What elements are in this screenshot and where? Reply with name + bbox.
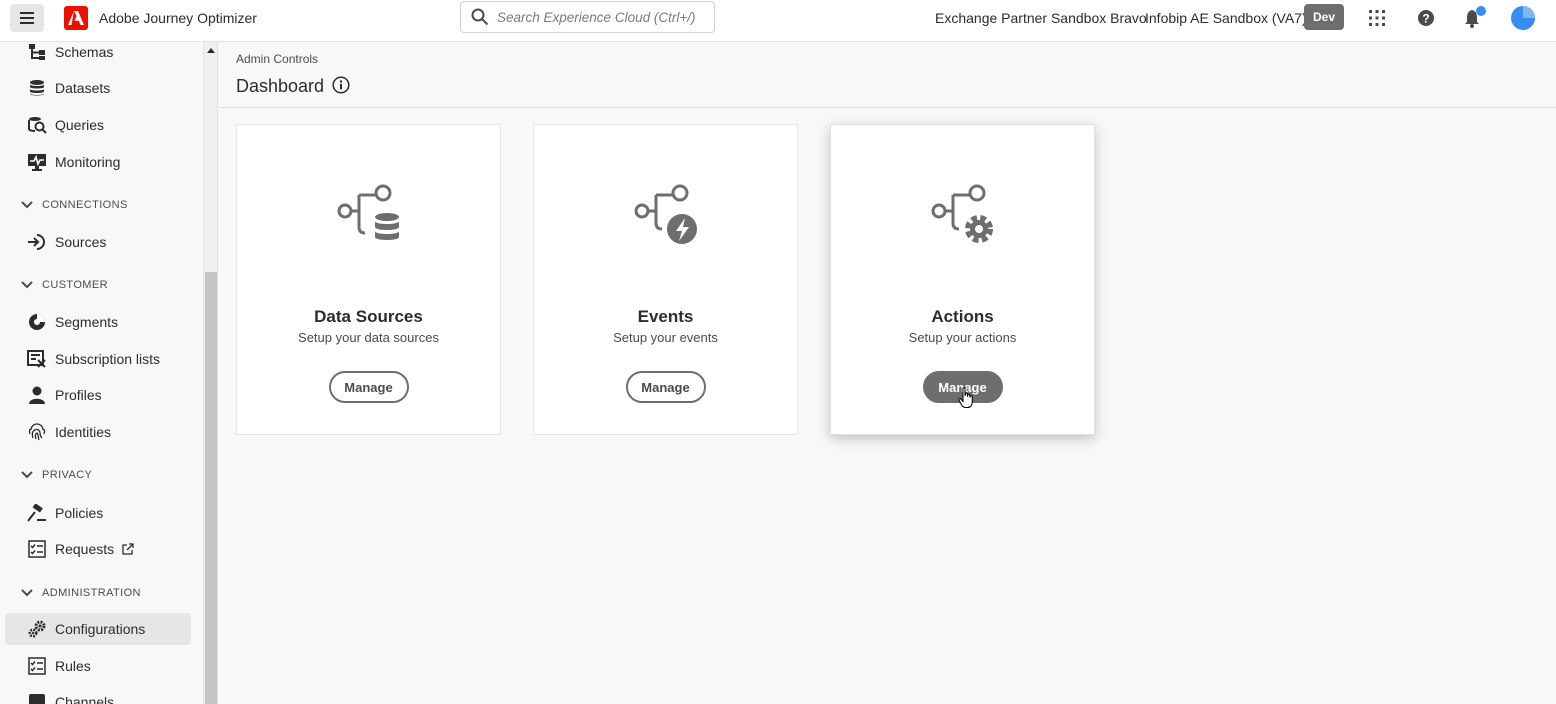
sidebar-item-identities[interactable]: Identities [5, 416, 191, 448]
section-privacy[interactable]: PRIVACY [20, 468, 92, 482]
manage-data-sources-button[interactable]: Manage [328, 371, 409, 403]
sidebar-item-queries[interactable]: Queries [5, 109, 191, 141]
search-input[interactable] [497, 9, 707, 25]
top-bar: Adobe Journey Optimizer Exchange Partner… [0, 0, 1556, 42]
scrollbar-thumb[interactable] [205, 272, 217, 704]
sidebar-item-label: Schemas [55, 44, 114, 60]
event-icon [634, 184, 697, 244]
section-label: CONNECTIONS [42, 199, 128, 211]
card-title: Actions [931, 307, 994, 326]
sidebar-item-label: Segments [55, 314, 119, 330]
schema-icon [27, 42, 47, 62]
sidebar-item-configurations[interactable]: Configurations [5, 613, 191, 645]
channels-icon [27, 692, 47, 704]
chevron-down-icon [20, 278, 34, 292]
gears-icon [27, 619, 47, 639]
section-label: CUSTOMER [42, 279, 108, 291]
card-title: Data Sources [314, 307, 423, 326]
card-description: Setup your events [613, 330, 718, 345]
external-link-icon [122, 543, 134, 555]
sidebar-item-label: Sources [55, 234, 107, 250]
search-icon [471, 8, 489, 26]
sidebar-item-channels[interactable]: Channels [5, 686, 191, 704]
avatar-icon [1511, 6, 1535, 30]
rules-icon [27, 656, 47, 676]
svg-text:?: ? [1422, 12, 1429, 26]
sidebar-item-schemas[interactable]: Schemas [5, 42, 191, 68]
apps-button[interactable] [1365, 6, 1389, 30]
hamburger-icon [20, 12, 34, 24]
section-label: ADMINISTRATION [42, 587, 141, 599]
help-icon: ? [1418, 10, 1434, 26]
sidebar-item-policies[interactable]: Policies [5, 497, 191, 529]
requests-icon [27, 539, 47, 559]
scroll-up-arrow-icon[interactable] [207, 48, 215, 53]
sidebar-item-requests[interactable]: Requests [5, 533, 191, 565]
sidebar-item-datasets[interactable]: Datasets [5, 72, 191, 104]
environment-badge[interactable]: Dev [1304, 4, 1344, 30]
action-gear-icon [931, 184, 993, 243]
manage-events-button[interactable]: Manage [625, 371, 706, 403]
sidebar-item-monitoring[interactable]: Monitoring [5, 146, 191, 178]
sidebar-item-subscription-lists[interactable]: Subscription lists [5, 343, 191, 375]
sidebar-item-label: Requests [55, 541, 115, 557]
sandbox-switcher[interactable]: Infobip AE Sandbox (VA7) [1145, 10, 1307, 26]
chevron-down-icon [20, 198, 34, 212]
main-content: Admin Controls Dashboard Data Sources Se… [219, 42, 1556, 704]
section-label: PRIVACY [42, 469, 93, 481]
hamburger-menu-button[interactable] [10, 4, 44, 32]
page-header: Admin Controls Dashboard [219, 42, 1556, 108]
card-description: Setup your actions [908, 330, 1017, 345]
policies-icon [27, 503, 47, 523]
sidebar-scrollbar[interactable] [203, 42, 218, 704]
sidebar-item-rules[interactable]: Rules [5, 650, 191, 682]
sidebar-item-label: Monitoring [55, 154, 121, 170]
info-icon[interactable] [332, 76, 350, 94]
card-title: Events [637, 307, 694, 326]
chevron-down-icon [20, 468, 34, 482]
sidebar-item-segments[interactable]: Segments [5, 306, 191, 338]
sidebar-item-label: Datasets [55, 80, 111, 96]
subscription-icon [27, 349, 47, 369]
search-box[interactable] [460, 1, 715, 33]
section-connections[interactable]: CONNECTIONS [20, 198, 128, 212]
apps-grid-icon [1369, 10, 1385, 26]
sidebar-item-profiles[interactable]: Profiles [5, 379, 191, 411]
sources-icon [27, 232, 47, 252]
bell-icon [1465, 6, 1486, 28]
sidebar-item-label: Subscription lists [55, 351, 161, 367]
sidebar-item-label: Identities [55, 424, 112, 440]
sidebar-item-label: Configurations [55, 621, 146, 637]
sidebar-item-label: Queries [55, 117, 105, 133]
adobe-logo[interactable] [64, 6, 88, 30]
section-customer[interactable]: CUSTOMER [20, 278, 108, 292]
sidebar-item-label: Channels [55, 694, 115, 704]
help-button[interactable]: ? [1414, 6, 1438, 30]
notifications-button[interactable] [1462, 6, 1486, 30]
card-description: Setup your data sources [298, 330, 439, 345]
database-icon [27, 78, 47, 98]
sidebar-item-label: Profiles [55, 387, 102, 403]
hand-cursor-icon [958, 387, 973, 408]
app-title[interactable]: Adobe Journey Optimizer [99, 10, 257, 26]
left-navigation: Schemas Datasets Queries Monitoring CONN… [0, 42, 203, 704]
profile-icon [27, 385, 47, 405]
user-avatar[interactable] [1511, 6, 1535, 30]
data-source-icon [337, 184, 399, 240]
sidebar-item-label: Rules [55, 658, 91, 674]
sidebar-item-sources[interactable]: Sources [5, 226, 191, 258]
chevron-down-icon [20, 586, 34, 600]
sidebar-item-label: Policies [55, 505, 104, 521]
breadcrumb[interactable]: Admin Controls [236, 52, 318, 66]
page-title: Dashboard [236, 76, 325, 96]
query-icon [27, 115, 47, 135]
data-sources-card[interactable]: Data Sources Setup your data sources Man… [236, 124, 501, 435]
fingerprint-icon [27, 422, 47, 442]
org-switcher[interactable]: Exchange Partner Sandbox Bravo [935, 10, 1147, 26]
events-card[interactable]: Events Setup your events Manage [533, 124, 798, 435]
segments-icon [27, 312, 47, 332]
monitoring-icon [27, 152, 47, 172]
adobe-logo-icon [68, 11, 84, 25]
section-administration[interactable]: ADMINISTRATION [20, 586, 141, 600]
